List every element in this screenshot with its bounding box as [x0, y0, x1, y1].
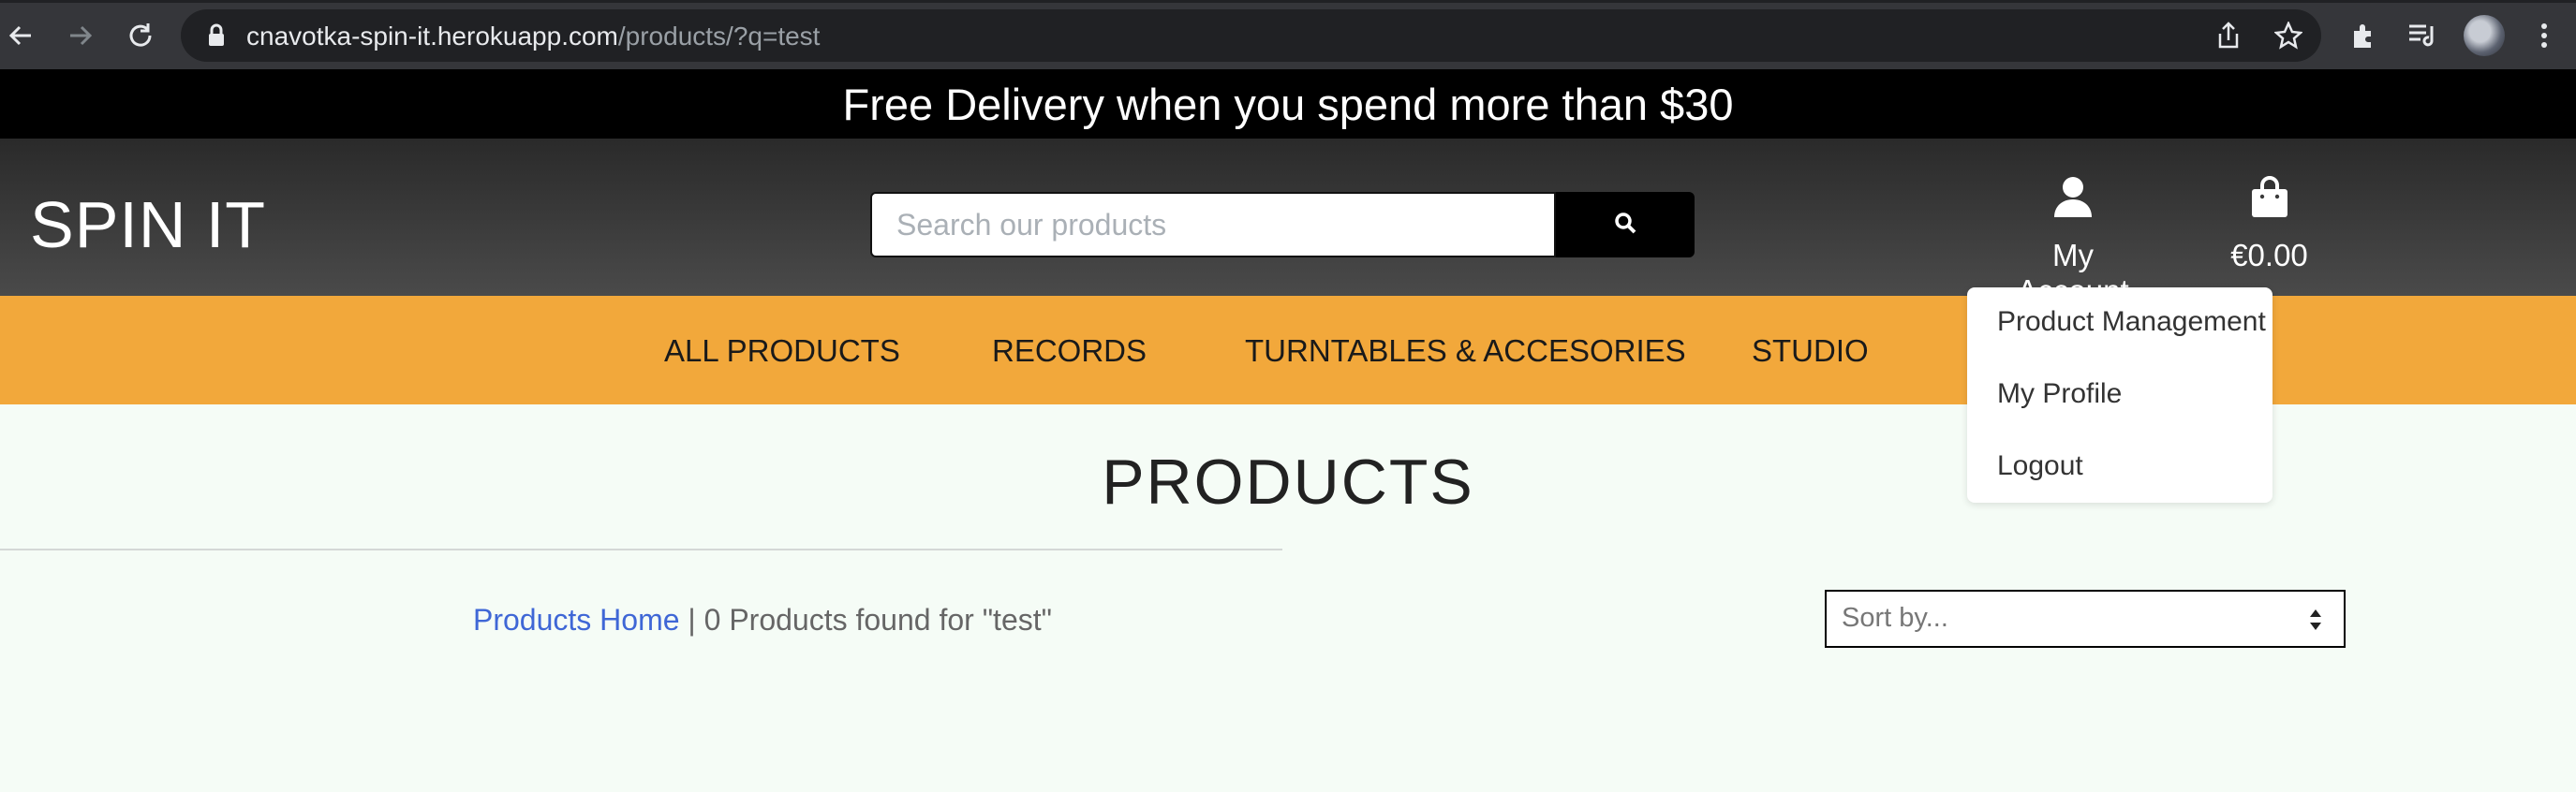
forward-icon[interactable] [62, 17, 99, 54]
url-host: cnavotka-spin-it.herokuapp.com [246, 22, 618, 51]
browser-toolbar: cnavotka-spin-it.herokuapp.com/products/… [0, 0, 2576, 69]
nav-records[interactable]: RECORDS [992, 333, 1147, 369]
site-logo[interactable]: SPIN IT [30, 187, 266, 262]
search-button[interactable] [1556, 192, 1695, 257]
star-icon[interactable] [2273, 21, 2303, 51]
lock-icon[interactable] [207, 23, 226, 52]
extensions-icon[interactable] [2346, 17, 2383, 54]
nav-all-products[interactable]: ALL PRODUCTS [664, 333, 900, 369]
site-header: SPIN IT My Account €0.00 [0, 139, 2576, 308]
reload-icon[interactable] [122, 17, 159, 54]
page-title: PRODUCTS [1102, 447, 1474, 518]
promo-text: Free Delivery when you spend more than $… [842, 80, 1734, 129]
menu-item-product-management[interactable]: Product Management [1997, 306, 2266, 338]
sort-select[interactable]: Sort by... [1825, 590, 2346, 648]
cart-total: €0.00 [2230, 238, 2308, 272]
user-icon [1993, 176, 2153, 225]
media-icon[interactable] [2404, 17, 2441, 54]
breadcrumb-separator: | [679, 603, 704, 637]
search-form [870, 192, 1695, 257]
menu-item-my-profile[interactable]: My Profile [1997, 378, 2122, 410]
url-text[interactable]: cnavotka-spin-it.herokuapp.com/products/… [246, 22, 820, 51]
nav-turntables-accesories[interactable]: TURNTABLES & ACCESORIES [1245, 333, 1686, 369]
shopping-bag-icon [2220, 176, 2318, 225]
address-bar[interactable]: cnavotka-spin-it.herokuapp.com/products/… [181, 9, 2321, 62]
products-home-link[interactable]: Products Home [473, 603, 680, 637]
breadcrumb: Products Home | 0 Products found for "te… [473, 603, 1052, 638]
tab-strip-edge [0, 0, 2576, 3]
title-divider [0, 549, 1282, 550]
promo-banner: Free Delivery when you spend more than $… [0, 69, 2576, 139]
profile-avatar[interactable] [2464, 15, 2505, 56]
sort-selected-value: Sort by... [1842, 603, 1948, 633]
share-icon[interactable] [2213, 21, 2243, 51]
back-icon[interactable] [2, 17, 39, 54]
cart-link[interactable]: €0.00 [2220, 176, 2318, 273]
results-count: 0 Products found for "test" [703, 603, 1052, 637]
search-input[interactable] [870, 192, 1556, 257]
menu-icon[interactable] [2525, 17, 2563, 54]
search-icon [1613, 211, 1637, 240]
url-path: /products/?q=test [617, 22, 821, 51]
nav-studio[interactable]: STUDIO [1752, 333, 1869, 369]
sort-arrows-icon [2308, 607, 2323, 638]
